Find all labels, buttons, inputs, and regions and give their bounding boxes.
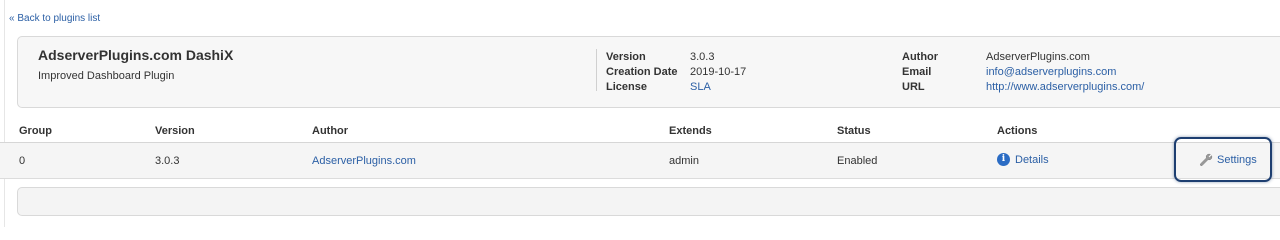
license-label: License	[606, 81, 647, 93]
details-button[interactable]: i Details	[997, 153, 1049, 166]
row-extends-cell: admin	[669, 155, 699, 167]
license-link[interactable]: SLA	[690, 81, 711, 93]
version-label: Version	[606, 51, 646, 63]
row-group-cell: 0	[19, 155, 26, 167]
column-header-author: Author	[312, 125, 349, 137]
url-label: URL	[902, 81, 925, 93]
column-header-actions: Actions	[997, 125, 1038, 137]
column-header-extends: Extends	[669, 125, 712, 137]
column-header-status: Status	[837, 125, 871, 137]
column-header-version: Version	[155, 125, 195, 137]
version-value: 3.0.3	[690, 51, 715, 63]
author-value: AdserverPlugins.com	[986, 51, 1090, 63]
row-version-cell: 3.0.3	[155, 155, 180, 167]
page-left-border	[4, 0, 5, 227]
creation-date-value: 2019-10-17	[690, 66, 747, 78]
back-to-plugins-link[interactable]: « Back to plugins list	[9, 13, 100, 24]
wrench-icon	[1199, 153, 1213, 167]
settings-button[interactable]: Settings	[1199, 153, 1257, 167]
info-icon: i	[997, 153, 1010, 166]
table-row	[0, 143, 1280, 179]
info-divider	[596, 49, 597, 91]
email-link[interactable]: info@adserverplugins.com	[986, 66, 1116, 78]
footer-panel	[17, 187, 1280, 216]
author-label: Author	[902, 51, 939, 63]
details-label: Details	[1015, 153, 1049, 166]
plugin-description: Improved Dashboard Plugin	[38, 70, 175, 82]
row-status-cell: Enabled	[837, 155, 878, 167]
email-label: Email	[902, 66, 932, 78]
url-link[interactable]: http://www.adserverplugins.com/	[986, 81, 1144, 93]
creation-date-label: Creation Date	[606, 66, 678, 78]
plugin-name: AdserverPlugins.com DashiX	[38, 47, 234, 63]
plugin-info-panel: AdserverPlugins.com DashiX Improved Dash…	[17, 36, 1280, 108]
column-header-group: Group	[19, 125, 52, 137]
settings-label: Settings	[1217, 154, 1257, 166]
row-author-link[interactable]: AdserverPlugins.com	[312, 155, 416, 167]
